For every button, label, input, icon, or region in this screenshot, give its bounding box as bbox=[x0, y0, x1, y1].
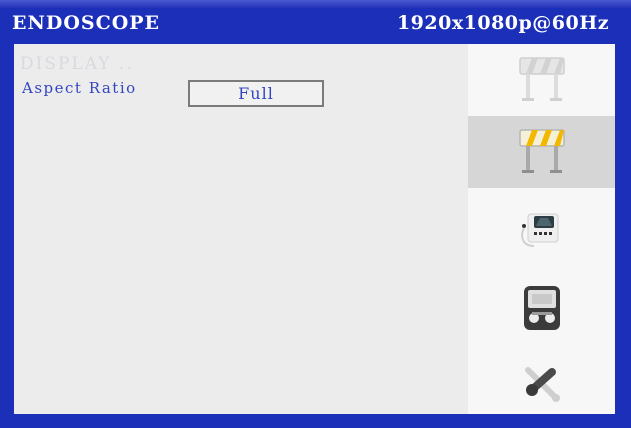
monitor-device-icon bbox=[520, 213, 558, 247]
tools-icon bbox=[524, 367, 560, 402]
sidebar-item-tools[interactable] bbox=[468, 344, 615, 416]
sidebar-item-display[interactable] bbox=[468, 116, 615, 188]
resolution-readout: 1920x1080p@60Hz bbox=[396, 12, 609, 34]
osd-frame: ENDOSCOPE 1920x1080p@60Hz DISPLAY .. Asp… bbox=[0, 0, 631, 428]
aspect-ratio-label: Aspect Ratio bbox=[22, 79, 137, 97]
aspect-ratio-selector[interactable]: Full bbox=[188, 80, 324, 107]
barrier-icon-highlighted bbox=[518, 129, 565, 173]
title-bar: ENDOSCOPE 1920x1080p@60Hz bbox=[6, 8, 625, 42]
sidebar-item-display-inactive[interactable] bbox=[468, 44, 615, 116]
sidebar bbox=[468, 44, 615, 414]
sidebar-item-device[interactable] bbox=[468, 196, 615, 268]
barrier-icon bbox=[518, 57, 565, 101]
settings-panel: DISPLAY .. Aspect Ratio Full bbox=[14, 44, 468, 414]
top-strip bbox=[0, 0, 631, 8]
tv-screen-icon bbox=[523, 286, 560, 330]
section-title: DISPLAY .. bbox=[20, 54, 134, 74]
app-title: ENDOSCOPE bbox=[12, 12, 161, 34]
sidebar-item-screen[interactable] bbox=[468, 272, 615, 344]
